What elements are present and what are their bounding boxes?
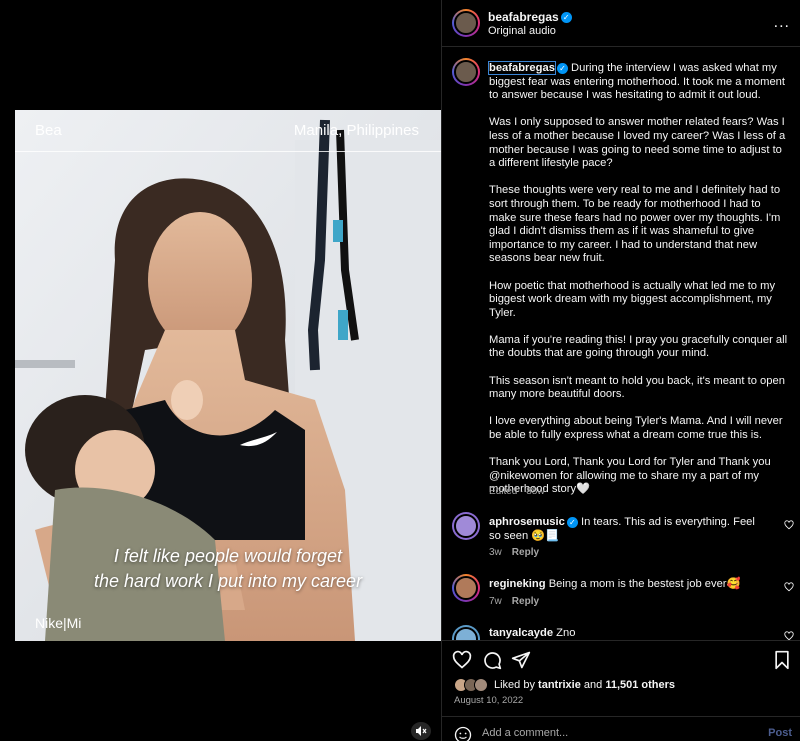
video-location-tag: Manila, Philippines (293, 122, 419, 139)
save-bookmark-icon[interactable] (772, 650, 792, 670)
likes-summary[interactable]: Liked by tantrixie and 11,501 others (454, 678, 675, 692)
caption-avatar[interactable] (452, 58, 480, 86)
liker-username[interactable]: tantrixie (538, 679, 581, 691)
audio-link[interactable]: Original audio (488, 25, 556, 37)
add-comment-bar: Post (442, 716, 800, 741)
reply-button[interactable]: Reply (512, 547, 539, 558)
like-comment-heart-icon[interactable] (784, 631, 794, 640)
comments-scroll-area[interactable]: beafabregas ✓ During the interview I was … (442, 48, 800, 640)
likes-count[interactable]: 11,501 others (605, 679, 675, 691)
likes-and: and (583, 679, 603, 691)
author-username[interactable]: beafabregas ✓ (488, 10, 572, 24)
commenter-avatar[interactable] (452, 625, 480, 640)
caption-paragraph: These thoughts were very real to me and … (489, 184, 781, 265)
share-paper-plane-icon[interactable] (511, 650, 531, 670)
like-heart-icon[interactable] (452, 650, 472, 670)
comment-age[interactable]: 7w (489, 596, 502, 607)
caption-paragraph: This season isn't meant to hold you back… (489, 374, 785, 401)
caption-paragraph: I love everything about being Tyler's Ma… (489, 415, 783, 442)
caption-paragraph: Was I only supposed to answer mother rel… (489, 116, 786, 170)
author-avatar[interactable] (452, 9, 480, 37)
media-viewer: Bea Manila, Philippines I felt like peop… (0, 0, 441, 741)
emoji-smiley-icon[interactable] (454, 726, 472, 741)
speaker-muted-icon (416, 726, 427, 736)
liked-by-prefix: Liked by (494, 679, 535, 691)
comment-age[interactable]: 3w (489, 547, 502, 558)
post-header: beafabregas ✓ Original audio ... (442, 0, 800, 47)
edited-label: Edited (489, 486, 518, 497)
caption-meta: Edited · 88w (489, 486, 545, 497)
post-comment-button[interactable]: Post (768, 727, 792, 739)
comment-meta: 7w Reply (489, 596, 549, 607)
video-player[interactable]: Bea Manila, Philippines I felt like peop… (15, 110, 441, 641)
commenter-username[interactable]: tanyalcayde (489, 627, 553, 639)
mute-button[interactable] (411, 722, 431, 740)
commenter-avatar[interactable] (452, 574, 480, 602)
post-detail-panel: beafabregas ✓ Original audio ... beafabre… (441, 0, 800, 741)
post-date[interactable]: August 10, 2022 (454, 695, 523, 706)
comment-text: regineking Being a mom is the bestest jo… (489, 577, 769, 591)
caption-age[interactable]: 88w (526, 486, 544, 497)
video-subtitle-line2: the hard work I put into my career (93, 571, 363, 591)
post-caption: beafabregas ✓ During the interview I was … (488, 61, 789, 511)
caption-paragraph: How poetic that motherhood is actually w… (489, 279, 776, 319)
comment-text: tanyalcayde Zno (489, 626, 769, 640)
caption-username[interactable]: beafabregas (488, 61, 556, 75)
comment-text: aphrosemusic ✓ In tears. This ad is every… (489, 515, 769, 543)
liker-avatars (454, 678, 488, 692)
commenter-username[interactable]: regineking (489, 578, 546, 590)
brand-watermark: Nike|Mi (35, 615, 82, 631)
verified-badge-icon: ✓ (560, 12, 572, 24)
more-options-button[interactable]: ... (774, 14, 790, 32)
video-name-tag: Bea (35, 122, 62, 139)
like-comment-heart-icon[interactable] (784, 582, 794, 592)
comment-body: Zno (556, 627, 576, 639)
comment-bubble-icon[interactable] (482, 650, 502, 670)
verified-badge-icon: ✓ (566, 516, 578, 528)
commenter-avatar[interactable] (452, 512, 480, 540)
comment-input[interactable] (482, 727, 742, 739)
comment-meta: 3w Reply (489, 547, 549, 558)
commenter-username[interactable]: aphrosemusic (489, 516, 565, 528)
video-subtitle-line1: I felt like people would forget (113, 546, 343, 566)
reply-button[interactable]: Reply (512, 596, 539, 607)
like-comment-heart-icon[interactable] (784, 520, 794, 530)
verified-badge-icon: ✓ (556, 62, 568, 74)
caption-paragraph: Mama if you're reading this! I pray you … (489, 333, 788, 360)
post-actions-bar (442, 640, 800, 670)
comment-body: Being a mom is the bestest job ever🥰 (548, 578, 741, 590)
